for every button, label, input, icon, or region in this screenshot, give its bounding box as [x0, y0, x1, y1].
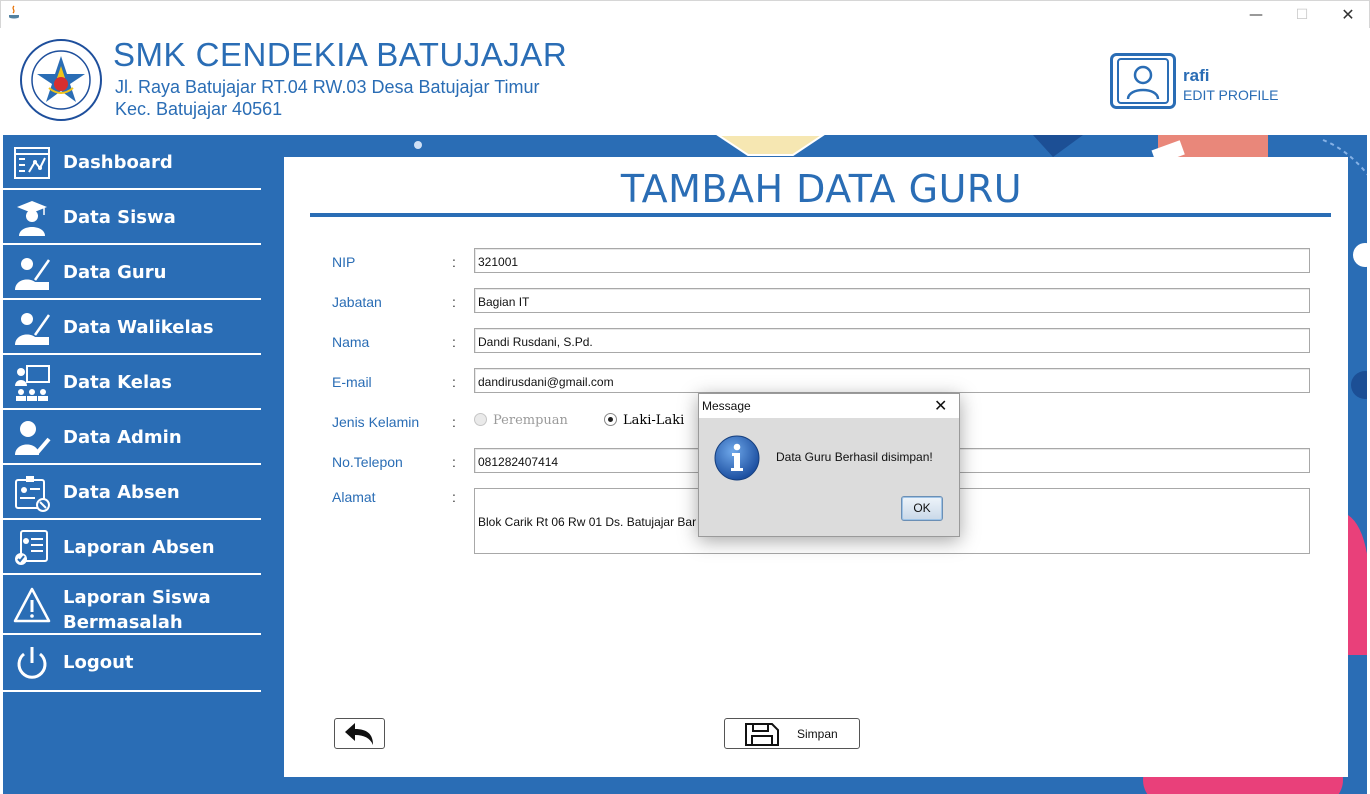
radio-label: Laki-Laki	[623, 413, 685, 428]
nama-input[interactable]: Dandi Rusdani, S.Pd.	[474, 328, 1310, 353]
warning-icon	[13, 587, 51, 623]
admin-icon	[15, 421, 51, 455]
dialog-ok-button[interactable]: OK	[901, 496, 943, 521]
radio-circle	[474, 413, 487, 426]
dialog-message: Data Guru Berhasil disimpan!	[776, 450, 933, 464]
dialog-title: Message	[702, 399, 751, 413]
telepon-colon: :	[452, 454, 456, 470]
homeroom-teacher-icon	[15, 313, 51, 345]
gender-label: Jenis Kelamin	[332, 414, 420, 430]
title-divider	[310, 213, 1331, 217]
window-close-button[interactable]: ✕	[1325, 3, 1370, 27]
app-header: SMK CENDEKIA BATUJAJAR Jl. Raya Batujaja…	[3, 28, 1367, 135]
nip-colon: :	[452, 254, 456, 270]
gender-colon: :	[452, 414, 456, 430]
address-line-2: Kec. Batujajar 40561	[115, 99, 283, 119]
classroom-icon	[15, 365, 50, 401]
attendance-icon	[15, 476, 50, 512]
minimize-button[interactable]: —	[1233, 3, 1279, 27]
sidebar-item-label: Data Siswa	[63, 207, 176, 228]
school-name: SMK CENDEKIA BATUJAJAR	[113, 36, 568, 73]
school-logo	[20, 39, 102, 121]
window-titlebar: — ☐ ✕	[0, 0, 1370, 28]
profile-avatar-icon[interactable]	[1110, 53, 1176, 109]
sidebar-item-logout[interactable]: Logout	[3, 635, 261, 692]
back-arrow-icon	[345, 723, 373, 745]
nama-colon: :	[452, 334, 456, 350]
email-label: E-mail	[332, 374, 372, 390]
info-icon	[714, 435, 760, 481]
nip-label: NIP	[332, 254, 356, 270]
teacher-icon	[15, 258, 51, 290]
edit-profile-link[interactable]: EDIT PROFILE	[1183, 87, 1278, 103]
floppy-disk-icon	[745, 723, 779, 746]
email-input[interactable]: dandirusdani@gmail.com	[474, 368, 1310, 393]
dialog-close-icon[interactable]: ✕	[934, 396, 947, 415]
page-title: TAMBAH DATA GURU	[620, 167, 1023, 211]
sidebar-item-label: Data Guru	[63, 262, 167, 283]
jabatan-colon: :	[452, 294, 456, 310]
sidebar-item-data-absen[interactable]: Data Absen	[3, 465, 261, 520]
sidebar-item-label: Data Kelas	[63, 372, 172, 393]
sidebar-item-laporan-siswa-bermasalah[interactable]: Laporan Siswa Bermasalah	[3, 575, 261, 635]
nama-label: Nama	[332, 334, 370, 350]
sidebar-item-laporan-absen[interactable]: Laporan Absen	[3, 520, 261, 575]
maximize-button[interactable]: ☐	[1279, 3, 1325, 27]
sidebar-item-data-guru[interactable]: Data Guru	[3, 245, 261, 300]
sidebar-item-data-walikelas[interactable]: Data Walikelas	[3, 300, 261, 355]
java-app-icon	[9, 5, 19, 19]
back-button[interactable]	[334, 718, 385, 749]
sidebar: Dashboard Data Siswa Data Guru Data Wali…	[3, 135, 261, 794]
jabatan-label: Jabatan	[332, 294, 382, 310]
save-button[interactable]: Simpan	[724, 718, 860, 749]
sidebar-item-label: Logout	[63, 652, 134, 673]
sidebar-item-label: Data Walikelas	[63, 317, 214, 338]
sidebar-item-label: Dashboard	[63, 152, 173, 173]
gender-radio-laki-laki[interactable]: Laki-Laki	[604, 413, 684, 428]
nip-input[interactable]: 321001	[474, 248, 1310, 273]
sidebar-item-label: Laporan Siswa Bermasalah	[63, 587, 211, 633]
jabatan-input[interactable]: Bagian IT	[474, 288, 1310, 313]
radio-circle	[604, 413, 617, 426]
sidebar-item-label: Data Admin	[63, 427, 182, 448]
student-icon	[17, 201, 47, 236]
sidebar-item-label: Laporan Absen	[63, 537, 215, 558]
alamat-colon: :	[452, 489, 456, 505]
save-button-label: Simpan	[797, 727, 838, 741]
power-icon	[17, 647, 47, 679]
gender-radio-perempuan[interactable]: Perempuan	[474, 413, 568, 428]
profile-username[interactable]: rafi	[1183, 66, 1209, 86]
school-address: Jl. Raya Batujajar RT.04 RW.03 Desa Batu…	[115, 76, 540, 120]
sidebar-item-data-siswa[interactable]: Data Siswa	[3, 190, 261, 245]
radio-label: Perempuan	[493, 413, 568, 428]
email-colon: :	[452, 374, 456, 390]
sidebar-item-data-admin[interactable]: Data Admin	[3, 410, 261, 465]
sidebar-item-data-kelas[interactable]: Data Kelas	[3, 355, 261, 410]
sidebar-item-dashboard[interactable]: Dashboard	[3, 135, 261, 190]
telepon-label: No.Telepon	[332, 454, 403, 470]
alamat-label: Alamat	[332, 489, 376, 505]
address-line-1: Jl. Raya Batujajar RT.04 RW.03 Desa Batu…	[115, 77, 540, 97]
sidebar-item-label: Data Absen	[63, 482, 180, 503]
dialog-titlebar: Message ✕	[699, 394, 959, 418]
dashboard-icon	[14, 147, 50, 179]
message-dialog: Message ✕ Data Guru Berhasil disimpan! O…	[698, 393, 960, 537]
report-icon	[15, 530, 48, 565]
